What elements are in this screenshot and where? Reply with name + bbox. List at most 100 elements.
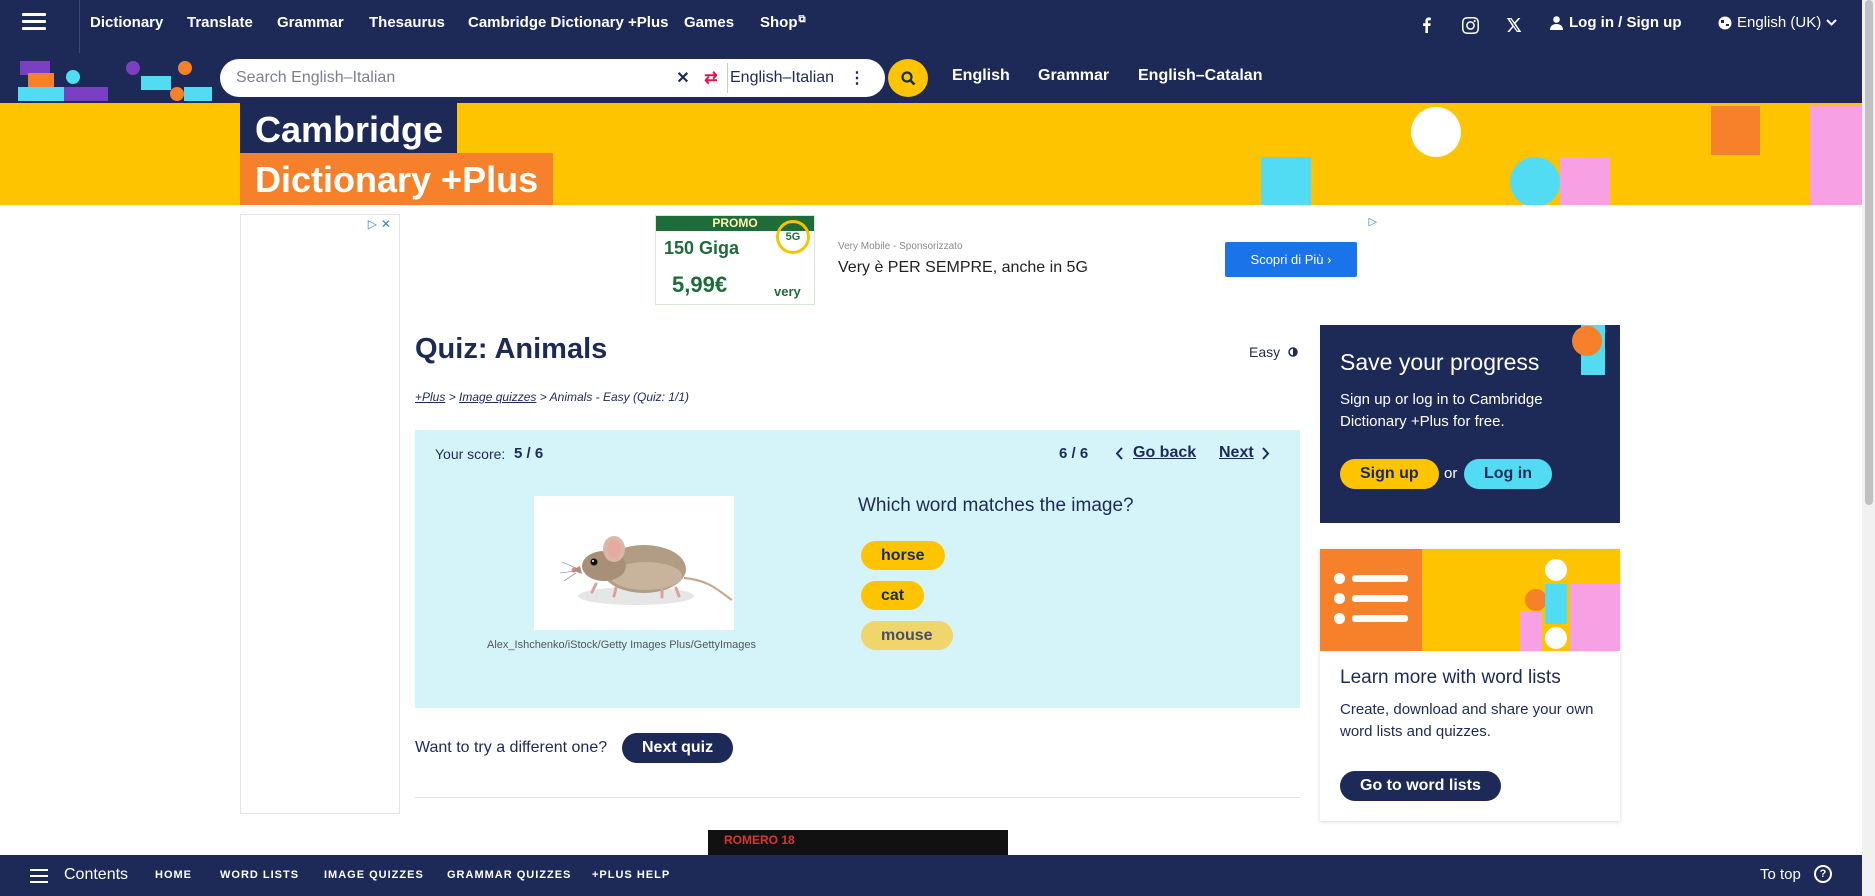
login-label: Log in / Sign up bbox=[1569, 14, 1682, 31]
chevron-down-icon bbox=[1826, 18, 1837, 26]
to-top-button[interactable]: To top bbox=[1760, 866, 1801, 883]
image-credit: Alex_Ishchenko/iStock/Getty Images Plus/… bbox=[487, 639, 757, 651]
banner-shape bbox=[1510, 157, 1560, 205]
bottom-link-grammar-quizzes[interactable]: GRAMMAR QUIZZES bbox=[447, 869, 571, 881]
quick-link-english[interactable]: English bbox=[952, 67, 1010, 85]
banner-shape bbox=[1560, 157, 1610, 205]
level-label: Easy bbox=[1249, 344, 1281, 360]
save-progress-text: Sign up or log in to Cambridge Dictionar… bbox=[1340, 391, 1543, 430]
chevron-left-icon bbox=[1115, 446, 1123, 460]
ad-choices-icon[interactable]: ▷✕ bbox=[368, 217, 395, 231]
chevron-right-icon bbox=[1261, 446, 1270, 460]
menu-icon[interactable] bbox=[22, 13, 46, 33]
search-input[interactable] bbox=[236, 59, 676, 97]
ad-promo-badge: 5G bbox=[776, 220, 810, 254]
scrollbar[interactable] bbox=[1862, 0, 1875, 896]
answer-option-horse[interactable]: horse bbox=[861, 541, 945, 570]
next-button[interactable]: Next bbox=[1219, 444, 1270, 462]
breadcrumb-image-quizzes[interactable]: Image quizzes bbox=[459, 390, 536, 404]
bottom-link-image-quizzes[interactable]: IMAGE QUIZZES bbox=[324, 869, 424, 881]
banner-shape bbox=[1411, 107, 1461, 157]
nav-grammar[interactable]: Grammar bbox=[277, 14, 344, 31]
sign-up-button[interactable]: Sign up bbox=[1340, 459, 1439, 489]
facebook-icon[interactable] bbox=[1414, 12, 1440, 38]
score-label: Your score: bbox=[435, 446, 506, 462]
contrast-icon bbox=[1288, 347, 1298, 357]
answer-option-cat[interactable]: cat bbox=[861, 581, 925, 610]
breadcrumb-separator: > bbox=[445, 390, 460, 404]
login-signup-link[interactable]: Log in / Sign up bbox=[1550, 14, 1681, 31]
bottom-link-home[interactable]: HOME bbox=[155, 869, 192, 881]
go-back-label: Go back bbox=[1133, 444, 1197, 461]
next-quiz-button[interactable]: Next quiz bbox=[622, 733, 734, 763]
or-text: or bbox=[1444, 465, 1458, 482]
nav-dictionary-plus[interactable]: Cambridge Dictionary +Plus bbox=[468, 14, 668, 31]
nav-thesaurus[interactable]: Thesaurus bbox=[369, 14, 445, 31]
left-ad[interactable]: ▷✕ bbox=[240, 214, 400, 814]
cambridge-logo[interactable] bbox=[18, 57, 218, 101]
save-progress-card: Save your progress Sign up or log in to … bbox=[1320, 325, 1620, 523]
bottom-bar: Contents HOME WORD LISTS IMAGE QUIZZES G… bbox=[0, 855, 1862, 896]
card-shape bbox=[1572, 326, 1602, 356]
banner-shape bbox=[1261, 157, 1311, 205]
nav-games[interactable]: Games bbox=[684, 14, 734, 31]
ad-cta-button[interactable]: Scopri di Più › bbox=[1225, 242, 1357, 277]
language-selector[interactable]: English (UK) bbox=[1718, 14, 1837, 31]
ad-promo-brand: very bbox=[774, 284, 801, 299]
ad-choices-icon[interactable]: ▷ bbox=[1369, 215, 1377, 228]
search-box: ✕ ⇄ English–Italian ⋮ bbox=[220, 59, 885, 97]
x-icon[interactable] bbox=[1501, 12, 1527, 38]
scrollbar-thumb[interactable] bbox=[1865, 0, 1873, 505]
swap-icon[interactable]: ⇄ bbox=[700, 65, 722, 91]
answer-option-mouse[interactable]: mouse bbox=[861, 621, 953, 650]
quiz-image bbox=[534, 496, 734, 630]
contents-button[interactable]: Contents bbox=[64, 866, 128, 884]
bottom-ad-text: ROMERO 18 bbox=[724, 833, 795, 847]
bottom-link-plus-help[interactable]: +PLUS HELP bbox=[592, 869, 670, 881]
search-bar-row: ✕ ⇄ English–Italian ⋮ English Grammar En… bbox=[0, 53, 1862, 103]
top-ad[interactable]: PROMO 150 Giga 5,99€ 5G very Very Mobile… bbox=[655, 215, 1383, 305]
top-navigation: Dictionary Translate Grammar Thesaurus C… bbox=[0, 0, 1862, 53]
nav-divider bbox=[79, 0, 80, 53]
search-icon bbox=[900, 70, 915, 85]
search-button[interactable] bbox=[888, 59, 928, 97]
dictionary-selector[interactable]: English–Italian ⋮ bbox=[727, 63, 879, 93]
breadcrumb: +Plus > Image quizzes > Animals - Easy (… bbox=[415, 390, 689, 404]
nav-translate[interactable]: Translate bbox=[187, 14, 253, 31]
word-lists-illustration bbox=[1320, 549, 1620, 651]
nav-dictionary[interactable]: Dictionary bbox=[90, 14, 163, 31]
breadcrumb-current: > Animals - Easy (Quiz: 1/1) bbox=[536, 390, 690, 404]
ad-promo-big: 150 Giga bbox=[664, 238, 740, 258]
ad-promo-price: 5,99€ bbox=[672, 272, 728, 297]
next-label: Next bbox=[1219, 444, 1254, 461]
quick-link-grammar[interactable]: Grammar bbox=[1038, 67, 1109, 85]
word-lists-card: Learn more with word lists Create, downl… bbox=[1320, 549, 1620, 821]
instagram-icon[interactable] bbox=[1457, 12, 1483, 38]
ad-promo-image: PROMO 150 Giga 5,99€ 5G very bbox=[655, 215, 815, 305]
nav-shop[interactable]: Shop⧉ bbox=[760, 14, 806, 31]
try-different-text: Want to try a different one? bbox=[415, 739, 608, 756]
contents-menu-icon[interactable] bbox=[30, 869, 48, 887]
go-back-button[interactable]: Go back bbox=[1115, 444, 1196, 462]
divider bbox=[415, 797, 1300, 798]
help-icon[interactable]: ? bbox=[1814, 865, 1832, 883]
log-in-button[interactable]: Log in bbox=[1464, 459, 1552, 489]
ad-sponsor: Very Mobile - Sponsorizzato bbox=[838, 241, 963, 252]
quick-link-english-catalan[interactable]: English–Catalan bbox=[1138, 67, 1262, 85]
globe-icon bbox=[1718, 16, 1732, 29]
go-to-word-lists-button[interactable]: Go to word lists bbox=[1340, 771, 1501, 801]
breadcrumb-plus[interactable]: +Plus bbox=[415, 390, 445, 404]
bottom-link-word-lists[interactable]: WORD LISTS bbox=[220, 869, 299, 881]
bottom-ad[interactable]: ROMERO 18 bbox=[708, 830, 1008, 855]
user-icon bbox=[1550, 15, 1563, 30]
save-progress-title: Save your progress bbox=[1340, 349, 1540, 375]
banner-shape bbox=[1711, 106, 1760, 155]
banner-shape bbox=[1810, 106, 1862, 205]
banner-title-line1: Cambridge bbox=[240, 103, 458, 153]
quiz-panel: Your score: 5 / 6 6 / 6 Go back Next Ale… bbox=[415, 430, 1300, 708]
quiz-title: Quiz: Animals bbox=[415, 333, 608, 365]
clear-icon[interactable]: ✕ bbox=[671, 65, 695, 91]
ad-headline: Very è PER SEMPRE, anche in 5G bbox=[838, 259, 1088, 276]
word-lists-title: Learn more with word lists bbox=[1340, 667, 1561, 688]
mouse-photo bbox=[559, 536, 733, 605]
